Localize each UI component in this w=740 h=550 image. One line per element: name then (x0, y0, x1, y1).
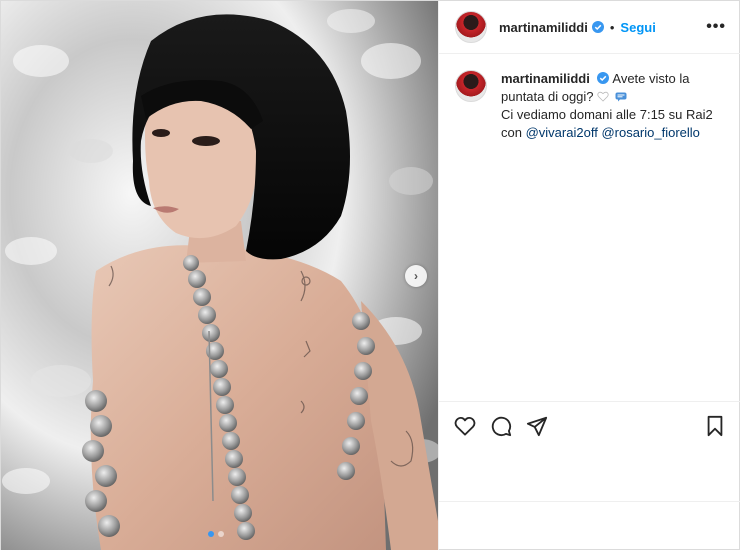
bookmark-icon (707, 415, 723, 436)
carousel-next-button[interactable]: › (405, 265, 427, 287)
author-avatar[interactable] (455, 11, 487, 43)
post-photo[interactable]: › (1, 1, 438, 550)
share-button[interactable] (525, 414, 549, 438)
carousel-indicator (208, 531, 224, 537)
caption-text: martinamiliddi Avete visto la puntata di… (501, 70, 726, 142)
divider (439, 501, 740, 502)
post-caption: martinamiliddi Avete visto la puntata di… (439, 54, 740, 142)
instagram-post: › martinamiliddi • Segui ••• martinamili… (0, 0, 740, 550)
verified-badge-icon (591, 21, 604, 33)
carousel-dot-2 (218, 531, 224, 537)
header-separator: • (609, 19, 615, 35)
more-horizontal-icon[interactable]: ••• (706, 18, 726, 36)
white-heart-icon (597, 91, 609, 102)
caption-avatar[interactable] (455, 70, 487, 102)
chevron-right-icon: › (414, 269, 418, 283)
author-username[interactable]: martinamiliddi (499, 20, 588, 35)
follow-button[interactable]: Segui (620, 20, 655, 35)
save-button[interactable] (703, 414, 727, 438)
send-icon (526, 416, 548, 436)
mention-vivarai2off[interactable]: @vivarai2off (526, 125, 598, 140)
comment-icon (491, 416, 512, 436)
carousel-dot-1 (208, 531, 214, 537)
comment-button[interactable] (489, 414, 513, 438)
speech-bubble-icon (615, 92, 627, 102)
like-button[interactable] (453, 414, 477, 438)
heart-icon (454, 416, 476, 436)
verified-badge-icon (597, 72, 610, 84)
post-actions (439, 401, 740, 449)
post-header: martinamiliddi • Segui ••• (439, 1, 740, 54)
caption-username[interactable]: martinamiliddi (501, 71, 590, 86)
mention-rosario-fiorello[interactable]: @rosario_fiorello (601, 125, 699, 140)
post-sidebar: martinamiliddi • Segui ••• martinamilidd… (438, 1, 740, 550)
woman-back-photo (1, 1, 438, 550)
